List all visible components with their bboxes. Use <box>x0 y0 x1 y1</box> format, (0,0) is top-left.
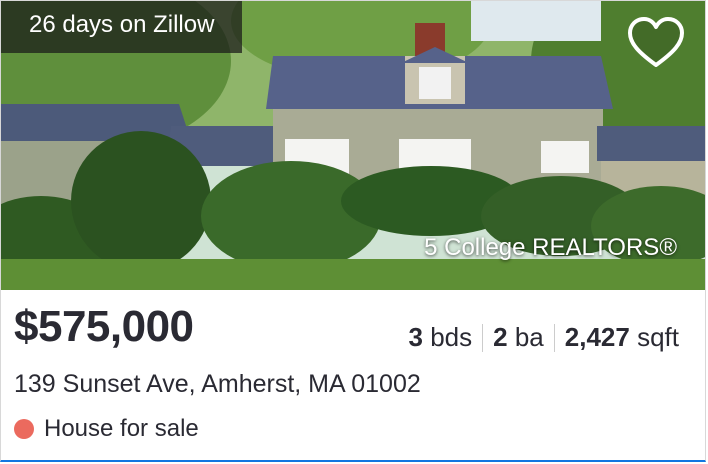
sqft-unit: sqft <box>637 322 679 352</box>
beds-value: 3 <box>408 322 423 352</box>
listing-status: House for sale <box>14 415 199 443</box>
listing-price: $575,000 <box>14 302 194 351</box>
sqft-value: 2,427 <box>564 322 630 352</box>
beds-unit: bds <box>430 322 473 352</box>
status-label: House for sale <box>44 415 199 442</box>
listing-info: $575,000 3 bds 2 ba 2,427 sqft 139 Sunse… <box>1 290 705 460</box>
baths-value: 2 <box>493 322 508 352</box>
days-on-zillow-badge: 26 days on Zillow <box>1 1 243 53</box>
listing-attribution: 5 College REALTORS® <box>424 234 677 261</box>
heart-icon[interactable] <box>626 15 686 71</box>
beds-fact: 3 bds <box>409 322 473 353</box>
baths-unit: ba <box>514 322 544 352</box>
sqft-fact: 2,427 sqft <box>565 322 679 353</box>
listing-address[interactable]: 139 Sunset Ave, Amherst, MA 01002 <box>14 370 421 399</box>
divider <box>553 323 555 352</box>
listing-photo[interactable]: 26 days on Zillow 5 College REALTORS® <box>1 1 705 290</box>
baths-fact: 2 ba <box>493 322 544 353</box>
listing-facts: 3 bds 2 ba 2,427 sqft <box>409 322 679 353</box>
listing-card[interactable]: 26 days on Zillow 5 College REALTORS® $5… <box>0 0 706 462</box>
status-dot-icon <box>14 419 34 439</box>
divider <box>482 323 484 352</box>
